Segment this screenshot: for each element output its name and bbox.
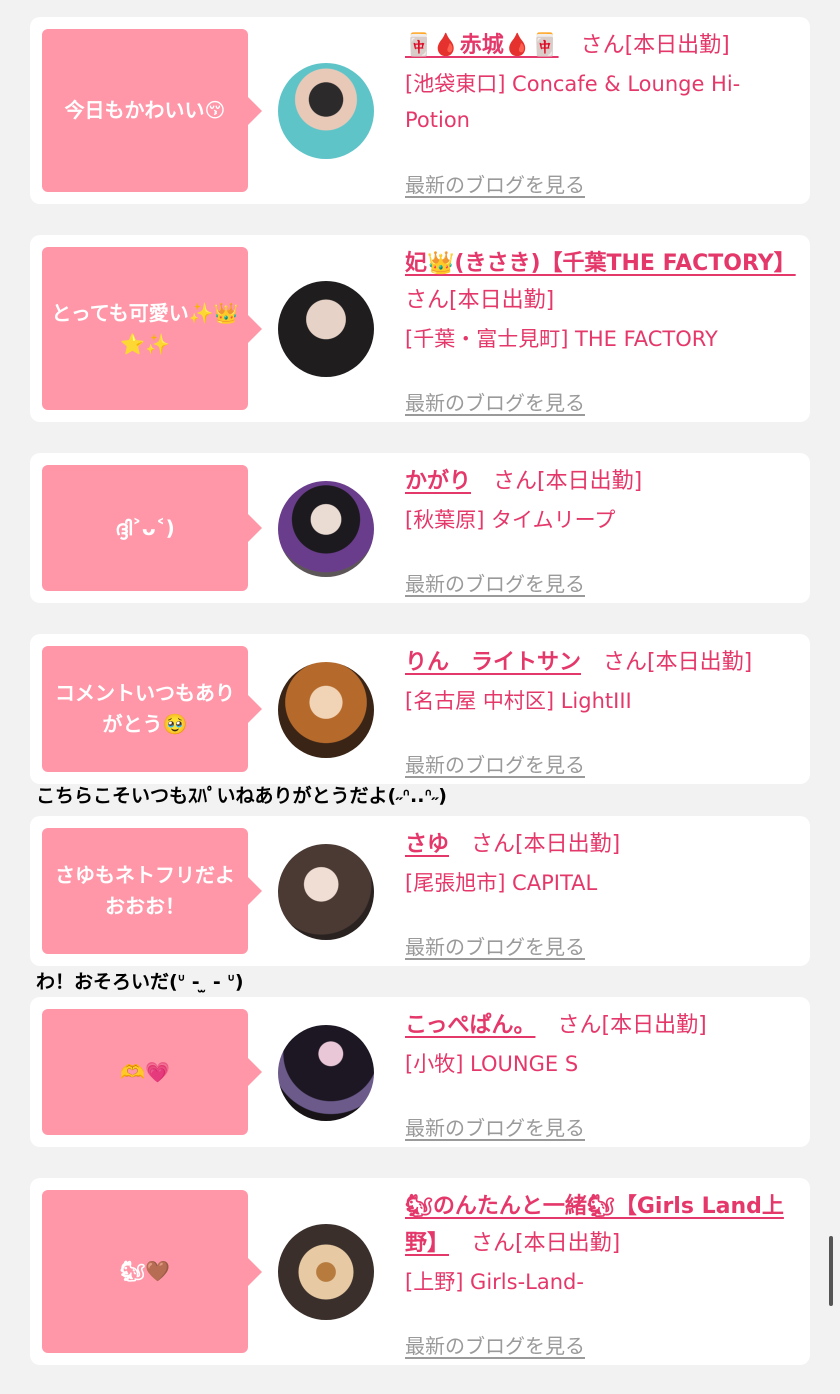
avatar[interactable]	[278, 662, 374, 758]
comment-bubble: 今日もかわいい😚	[42, 29, 262, 192]
shop-name: [池袋東口] Concafe & Lounge Hi-Potion	[405, 72, 741, 132]
cast-card: コメントいつもありがとう🥹 りん ライトサン さん[本日出勤] [名古屋 中村区]…	[30, 634, 810, 784]
cast-card: 🐿🤎 🐿のんたんと一緒🐿【Girls Land上野】 さん[本日出勤] [上野] …	[30, 1178, 810, 1365]
san-suffix: さん	[580, 33, 625, 58]
comment-bubble: ദ്ദി˃ᴗ˂)	[42, 465, 262, 591]
avatar[interactable]	[278, 1025, 374, 1121]
cast-card: さゆもネトフリだよおおお！ さゆ さん[本日出勤] [尾張旭市] CAPITAL …	[30, 816, 810, 966]
blog-link[interactable]: 最新のブログを見る	[405, 1332, 585, 1360]
san-suffix: さん	[603, 650, 648, 675]
cast-name-link[interactable]: さゆ	[405, 832, 449, 857]
shop-name: [尾張旭市] CAPITAL	[405, 871, 598, 895]
attendance-label: [本日出勤]	[449, 288, 555, 313]
blog-link[interactable]: 最新のブログを見る	[405, 389, 585, 417]
reply-text: こちらこそいつもｽﾊﾟいねありがとうだよ(˶ᐢ..ᐢ˶)	[36, 785, 447, 807]
attendance-label: [本日出勤]	[515, 832, 621, 857]
cast-card: ദ്ദി˃ᴗ˂) かがり さん[本日出勤] [秋葉原] タイムリープ 最新のブログ…	[30, 453, 810, 603]
cast-card: とっても可愛い✨👑⭐✨ 妃👑(きさき)【千葉THE FACTORY】さん[本日出…	[30, 235, 810, 422]
attendance-label: [本日出勤]	[624, 33, 730, 58]
shop-name: [名古屋 中村区] LightIII	[405, 689, 632, 713]
cast-name-link[interactable]: りん ライトサン	[405, 650, 581, 675]
avatar[interactable]	[278, 1224, 374, 1320]
scrollbar[interactable]	[829, 1236, 833, 1306]
comment-bubble: とっても可愛い✨👑⭐✨	[42, 247, 262, 410]
blog-link[interactable]: 最新のブログを見る	[405, 1114, 585, 1142]
san-suffix: さん	[405, 288, 450, 313]
comment-bubble: 🐿🤎	[42, 1190, 262, 1353]
shop-name: [秋葉原] タイムリープ	[405, 508, 616, 532]
attendance-label: [本日出勤]	[601, 1013, 707, 1038]
shop-name: [小牧] LOUNGE S	[405, 1052, 579, 1076]
shop-name: [千葉・富士見町] THE FACTORY	[405, 327, 718, 351]
blog-link[interactable]: 最新のブログを見る	[405, 933, 585, 961]
attendance-label: [本日出勤]	[647, 650, 753, 675]
san-suffix: さん	[471, 1231, 516, 1256]
comment-bubble: さゆもネトフリだよおおお！	[42, 828, 262, 954]
cast-card: 🫶💗 こっぺぱん。 さん[本日出勤] [小牧] LOUNGE S 最新のブログを見…	[30, 997, 810, 1147]
san-suffix: さん	[493, 469, 538, 494]
attendance-label: [本日出勤]	[515, 1231, 621, 1256]
blog-link[interactable]: 最新のブログを見る	[405, 751, 585, 779]
cast-name-link[interactable]: 妃👑(きさき)【千葉THE FACTORY】	[405, 251, 796, 276]
blog-link[interactable]: 最新のブログを見る	[405, 171, 585, 199]
cast-name-link[interactable]: 🀄🩸赤城🩸🀄	[405, 33, 559, 58]
attendance-label: [本日出勤]	[537, 469, 643, 494]
san-suffix: さん	[557, 1013, 602, 1038]
cast-name-link[interactable]: かがり	[405, 469, 471, 494]
comment-bubble: コメントいつもありがとう🥹	[42, 646, 262, 772]
cast-card: 今日もかわいい😚 🀄🩸赤城🩸🀄 さん[本日出勤] [池袋東口] Concafe &…	[30, 17, 810, 204]
blog-link[interactable]: 最新のブログを見る	[405, 570, 585, 598]
avatar[interactable]	[278, 844, 374, 940]
san-suffix: さん	[471, 832, 516, 857]
avatar[interactable]	[278, 281, 374, 377]
comment-bubble: 🫶💗	[42, 1009, 262, 1135]
cast-name-link[interactable]: こっぺぱん。	[405, 1013, 535, 1038]
reply-text: わ！おそろいだ(ᐡ - ̫ - ᐡ)	[36, 971, 244, 993]
avatar[interactable]	[278, 481, 374, 577]
avatar[interactable]	[278, 63, 374, 159]
shop-name: [上野] Girls-Land-	[405, 1270, 584, 1294]
